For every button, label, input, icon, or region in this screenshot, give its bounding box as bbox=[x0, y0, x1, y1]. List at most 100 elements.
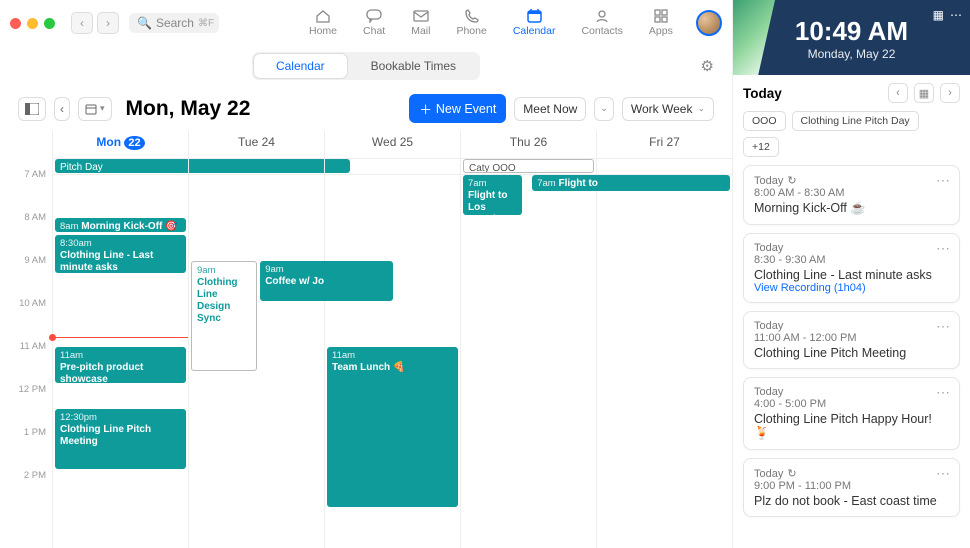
day-column-thu[interactable]: Thu 26 Caty OOO 7amFlight to Los Angeles bbox=[460, 131, 596, 548]
avatar[interactable] bbox=[696, 10, 722, 36]
nav-calendar[interactable]: Calendar bbox=[513, 9, 556, 37]
event-block[interactable]: 12:30pmClothing Line Pitch Meeting bbox=[55, 409, 186, 469]
rp-event-list: ⋯ Today ↻ 8:00 AM - 8:30 AM Morning Kick… bbox=[733, 165, 970, 527]
window-controls bbox=[10, 18, 55, 29]
card-title: Clothing Line Pitch Happy Hour! 🍹 bbox=[754, 412, 949, 441]
date-title: Mon, May 22 bbox=[126, 97, 251, 121]
rp-card[interactable]: ⋯ Today 8:30 - 9:30 AM Clothing Line - L… bbox=[743, 233, 960, 303]
event-block[interactable]: 9amClothing Line Design Sync bbox=[191, 261, 257, 371]
rp-mini-cal-button[interactable]: ▦ bbox=[914, 83, 934, 103]
event-block[interactable]: 7amFlight to Los Angeles bbox=[463, 175, 522, 215]
hour-label: 7 AM bbox=[0, 169, 52, 212]
chevron-down-icon: ⌄ bbox=[697, 103, 705, 114]
day-header: Mon 22 bbox=[53, 131, 188, 159]
main-pane: ‹ › 🔍 Search ⌘F Home Chat Mail Phone bbox=[0, 0, 732, 548]
day-column-wed[interactable]: Wed 25 9amCoffee w/ Jo 11amTeam Lunch 🍕 bbox=[324, 131, 460, 548]
day-columns: Mon 22 Pitch Day 8am Morning Kick-Off 🎯 … bbox=[52, 131, 732, 548]
clock-date: Monday, May 22 bbox=[745, 47, 958, 61]
day-column-mon[interactable]: Mon 22 Pitch Day 8am Morning Kick-Off 🎯 … bbox=[52, 131, 188, 548]
hour-label: 8 AM bbox=[0, 212, 52, 255]
event-block[interactable]: 8am Morning Kick-Off 🎯 bbox=[55, 218, 186, 232]
nav-phone[interactable]: Phone bbox=[456, 9, 486, 37]
rp-chips: OOO Clothing Line Pitch Day +12 bbox=[733, 111, 970, 165]
now-indicator bbox=[53, 337, 188, 338]
meet-now-dropdown[interactable]: Meet Now bbox=[514, 97, 586, 121]
toggle-sidebar-button[interactable] bbox=[18, 97, 46, 121]
rp-prev-button[interactable]: ‹ bbox=[888, 83, 908, 103]
prev-button[interactable]: ‹ bbox=[54, 97, 70, 121]
card-more-icon[interactable]: ⋯ bbox=[936, 172, 951, 189]
chip[interactable]: Clothing Line Pitch Day bbox=[792, 111, 919, 131]
chip[interactable]: OOO bbox=[743, 111, 786, 131]
segmented-control: Calendar Bookable Times bbox=[252, 52, 480, 80]
recur-icon: ↻ bbox=[787, 467, 796, 480]
settings-gear-icon[interactable]: ⚙ bbox=[701, 57, 714, 75]
card-title: Morning Kick-Off ☕ bbox=[754, 201, 949, 216]
chat-icon bbox=[365, 9, 383, 23]
nav-contacts[interactable]: Contacts bbox=[581, 9, 622, 37]
contacts-icon bbox=[593, 9, 611, 23]
event-block[interactable]: 8:30amClothing Line - Last minute asks bbox=[55, 235, 186, 273]
recording-link[interactable]: View Recording (1h04) bbox=[754, 282, 949, 294]
chip-more[interactable]: +12 bbox=[743, 137, 779, 157]
meet-now-caret[interactable]: ⌄ bbox=[594, 97, 614, 121]
hour-label: 9 AM bbox=[0, 255, 52, 298]
time-gutter: 7 AM 8 AM 9 AM 10 AM 11 AM 12 PM 1 PM 2 … bbox=[0, 131, 52, 548]
day-header: Fri 27 bbox=[597, 131, 732, 159]
hour-label: 12 PM bbox=[0, 384, 52, 427]
top-bar: ‹ › 🔍 Search ⌘F Home Chat Mail Phone bbox=[0, 0, 732, 46]
search-input[interactable]: 🔍 Search ⌘F bbox=[129, 13, 219, 33]
card-more-icon[interactable]: ⋯ bbox=[936, 384, 951, 401]
card-more-icon[interactable]: ⋯ bbox=[936, 240, 951, 257]
search-placeholder: Search bbox=[156, 16, 194, 30]
rp-today-bar: Today ‹ ▦ › bbox=[733, 75, 970, 111]
rp-card[interactable]: ⋯ Today ↻ 9:00 PM - 11:00 PM Plz do not … bbox=[743, 458, 960, 517]
close-window-icon[interactable] bbox=[10, 18, 21, 29]
more-icon[interactable]: ⋯ bbox=[950, 8, 962, 22]
maximize-window-icon[interactable] bbox=[44, 18, 55, 29]
calendar-grid: 7 AM 8 AM 9 AM 10 AM 11 AM 12 PM 1 PM 2 … bbox=[0, 131, 732, 548]
forward-button[interactable]: › bbox=[97, 12, 119, 34]
date-picker-button[interactable]: ▾ bbox=[78, 97, 112, 121]
hour-label: 2 PM bbox=[0, 470, 52, 513]
home-icon bbox=[314, 9, 332, 23]
card-more-icon[interactable]: ⋯ bbox=[936, 465, 951, 482]
event-block[interactable]: 11amTeam Lunch 🍕 bbox=[327, 347, 458, 507]
day-header: Wed 25 bbox=[325, 131, 460, 159]
calendar-icon bbox=[525, 9, 543, 23]
nav-home[interactable]: Home bbox=[309, 9, 337, 37]
rp-card[interactable]: ⋯ Today ↻ 8:00 AM - 8:30 AM Morning Kick… bbox=[743, 165, 960, 225]
view-dropdown[interactable]: Work Week ⌄ bbox=[622, 97, 714, 121]
tab-bookable[interactable]: Bookable Times bbox=[349, 54, 478, 78]
event-block[interactable]: 11amPre-pitch product showcase bbox=[55, 347, 186, 383]
search-icon: 🔍 bbox=[137, 16, 152, 30]
day-header: Tue 24 bbox=[189, 131, 324, 159]
card-more-icon[interactable]: ⋯ bbox=[936, 318, 951, 335]
nav-mail[interactable]: Mail bbox=[411, 9, 430, 37]
allday-event[interactable]: Caty OOO bbox=[463, 159, 594, 173]
rp-card[interactable]: ⋯ Today 11:00 AM - 12:00 PM Clothing Lin… bbox=[743, 311, 960, 369]
hour-label: 11 AM bbox=[0, 341, 52, 384]
event-block[interactable]: 7am Flight to bbox=[532, 175, 730, 191]
minimize-window-icon[interactable] bbox=[27, 18, 38, 29]
plus-icon: ＋ bbox=[419, 99, 432, 118]
top-nav: Home Chat Mail Phone Calendar Contacts bbox=[309, 9, 673, 37]
search-shortcut: ⌘F bbox=[198, 18, 214, 29]
clock-time: 10:49 AM bbox=[745, 16, 958, 47]
mini-calendar-icon[interactable]: ▦ bbox=[933, 8, 944, 22]
mini-calendar-icon bbox=[85, 103, 97, 115]
nav-apps[interactable]: Apps bbox=[649, 9, 673, 37]
card-title: Plz do not book - East coast time bbox=[754, 494, 949, 508]
tab-calendar[interactable]: Calendar bbox=[254, 54, 347, 78]
rp-card[interactable]: ⋯ Today 4:00 - 5:00 PM Clothing Line Pit… bbox=[743, 377, 960, 450]
day-header: Thu 26 bbox=[461, 131, 596, 159]
mail-icon bbox=[412, 9, 430, 23]
rp-next-button[interactable]: › bbox=[940, 83, 960, 103]
new-event-button[interactable]: ＋ New Event bbox=[409, 94, 506, 123]
event-block[interactable]: 9amCoffee w/ Jo bbox=[260, 261, 392, 301]
day-column-tue[interactable]: Tue 24 9amClothing Line Design Sync bbox=[188, 131, 324, 548]
day-column-fri[interactable]: Fri 27 7am Flight to bbox=[596, 131, 732, 548]
subtab-row: Calendar Bookable Times ⚙ bbox=[0, 46, 732, 90]
nav-chat[interactable]: Chat bbox=[363, 9, 385, 37]
back-button[interactable]: ‹ bbox=[71, 12, 93, 34]
